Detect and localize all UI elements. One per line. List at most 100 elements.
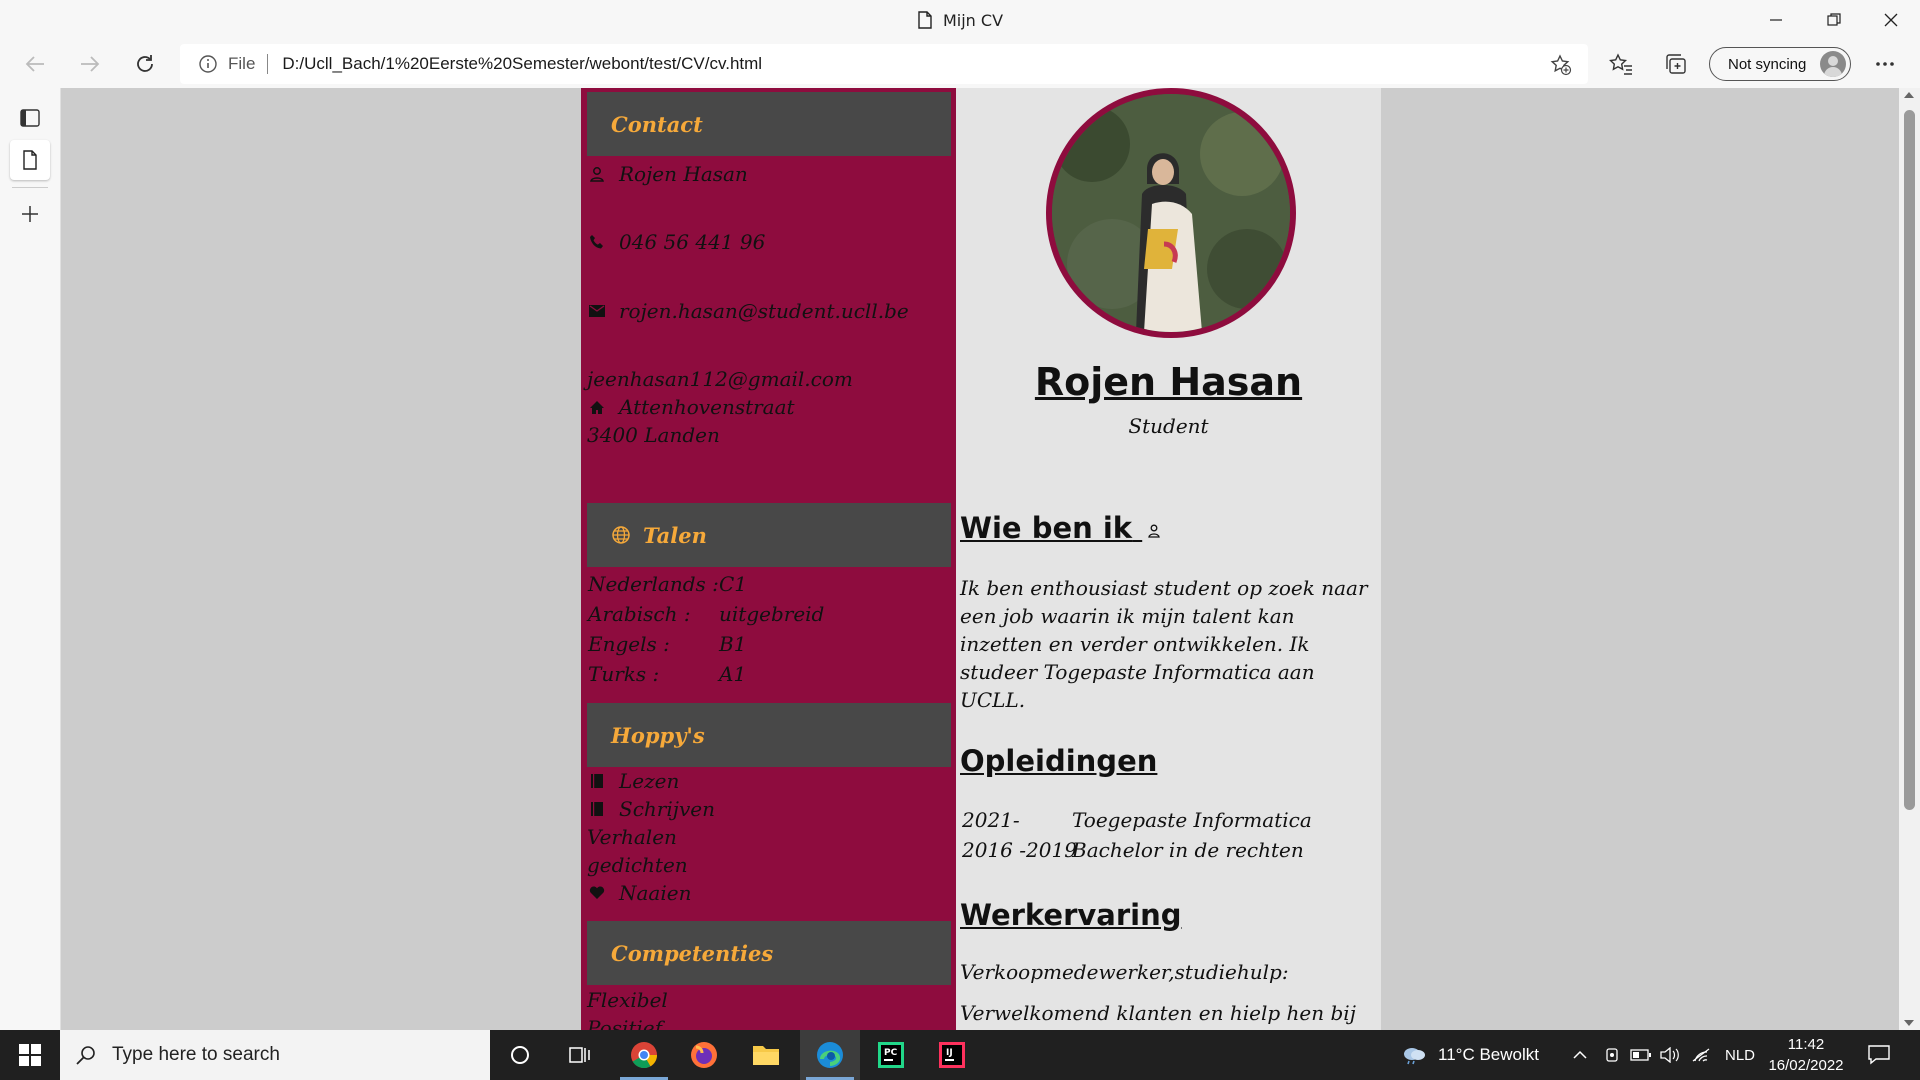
phone-icon <box>587 232 607 252</box>
cv-role: Student <box>1128 414 1209 438</box>
forward-button[interactable] <box>70 44 110 84</box>
hobbies-heading: Hoppy's <box>611 722 705 748</box>
hobby-text: gedichten <box>587 853 688 877</box>
language-item: Arabisch : uitgebreid <box>588 602 824 626</box>
book-icon <box>587 799 607 819</box>
file-explorer-icon[interactable] <box>736 1030 796 1080</box>
hobby-label: Schrijven <box>619 797 715 821</box>
taskbar: Type here to search PC IJ 11°C Bewolkt N… <box>0 1030 1920 1080</box>
task-view-icon[interactable] <box>550 1030 610 1080</box>
search-icon <box>76 1046 95 1065</box>
contact-city: 3400 Landen <box>587 423 720 447</box>
collections-icon[interactable] <box>1660 48 1692 80</box>
more-menu-icon[interactable] <box>1869 48 1901 80</box>
language-level: C1 <box>719 572 748 596</box>
language-label: Nederlands : <box>588 572 719 596</box>
tray-overflow-icon[interactable] <box>1572 1030 1588 1080</box>
language-level: uitgebreid <box>719 602 825 626</box>
chrome-app-icon[interactable] <box>614 1030 674 1080</box>
language-level: B1 <box>719 632 747 656</box>
close-icon <box>1884 13 1898 27</box>
mail-icon <box>587 301 607 321</box>
language-item: Nederlands : C1 <box>588 572 747 596</box>
languages-header: Talen <box>587 503 951 567</box>
language-label: Arabisch : <box>588 602 691 626</box>
language-item: Engels : B1 <box>588 632 746 656</box>
vertical-tabs-panel <box>0 88 61 1030</box>
cv-name: Rojen Hasan <box>1034 360 1303 404</box>
back-button[interactable] <box>15 44 55 84</box>
work-description: Verwelkomend klanten en hielp hen bij <box>960 1001 1356 1025</box>
weather-widget[interactable]: 11°C Bewolkt <box>1400 1030 1539 1080</box>
cortana-icon[interactable] <box>490 1030 550 1080</box>
about-heading: Wie ben ik <box>960 511 1133 545</box>
profile-photo <box>1046 88 1296 338</box>
close-button[interactable] <box>1862 0 1920 40</box>
skills-heading: Competenties <box>611 940 774 966</box>
scroll-up-arrow-icon[interactable] <box>1904 92 1914 98</box>
vertical-scrollbar[interactable] <box>1899 88 1920 1030</box>
scroll-down-arrow-icon[interactable] <box>1904 1020 1914 1026</box>
edge-app-icon[interactable] <box>800 1030 860 1080</box>
contact-phone: 046 56 441 96 <box>619 230 766 254</box>
page-viewport: Contact Rojen Hasan 046 56 441 96 rojen.… <box>61 88 1899 1030</box>
tab-actions-icon[interactable] <box>10 98 50 138</box>
plus-icon <box>22 206 38 222</box>
address-bar[interactable]: File D:/Ucll_Bach/1%20Eerste%20Semester/… <box>180 44 1588 84</box>
taskbar-search-box[interactable]: Type here to search <box>60 1030 490 1080</box>
title-bar: Mijn CV <box>0 0 1920 40</box>
favorites-icon[interactable] <box>1605 48 1637 80</box>
hobby-item: Schrijven <box>587 797 715 821</box>
hobby-item: Naaien <box>587 881 691 905</box>
contact-email-school: rojen.hasan@student.ucll.be <box>619 299 909 323</box>
restore-icon <box>1827 13 1841 26</box>
window-title: Mijn CV <box>0 0 1920 40</box>
input-language-indicator[interactable]: NLD <box>1725 1030 1755 1080</box>
new-tab-button[interactable] <box>10 194 50 234</box>
add-favorite-icon[interactable] <box>1550 54 1572 80</box>
sync-status-label: Not syncing <box>1728 55 1807 73</box>
scrollbar-thumb[interactable] <box>1904 110 1915 810</box>
info-icon[interactable] <box>198 54 218 74</box>
minimize-icon <box>1770 19 1782 21</box>
document-icon <box>23 150 37 170</box>
globe-icon <box>611 525 631 545</box>
language-item: Turks : A1 <box>588 662 746 686</box>
meet-now-icon[interactable] <box>1603 1030 1621 1080</box>
back-arrow-icon <box>25 56 44 72</box>
network-icon[interactable] <box>1692 1030 1712 1080</box>
minimize-button[interactable] <box>1747 0 1805 40</box>
contact-email-row: rojen.hasan@student.ucll.be <box>587 299 909 323</box>
contact-heading: Contact <box>611 111 703 137</box>
input-language: NLD <box>1725 1046 1756 1064</box>
refresh-icon <box>137 55 153 72</box>
skill-item: Positief <box>587 1016 663 1030</box>
clock-time: 11:42 <box>1787 1036 1825 1053</box>
hobby-text: Verhalen <box>587 825 677 849</box>
refresh-button[interactable] <box>125 44 165 84</box>
scheme-label: File <box>228 54 256 73</box>
education-years: 2021- <box>962 808 1020 832</box>
start-button[interactable] <box>0 1030 60 1080</box>
contact-header: Contact <box>587 92 951 156</box>
intellij-app-icon[interactable]: IJ <box>922 1030 982 1080</box>
book-icon <box>587 771 607 791</box>
clock-date: 16/02/2022 <box>1768 1057 1844 1074</box>
work-heading: Werkervaring <box>960 898 1182 932</box>
cv-page: Contact Rojen Hasan 046 56 441 96 rojen.… <box>581 88 1381 1030</box>
firefox-app-icon[interactable] <box>674 1030 734 1080</box>
tab-mijn-cv[interactable] <box>10 140 50 180</box>
skill-item: Flexibel <box>587 988 668 1012</box>
languages-heading: Talen <box>643 522 707 548</box>
battery-icon[interactable] <box>1630 1030 1652 1080</box>
volume-icon[interactable] <box>1660 1030 1680 1080</box>
avatar <box>1820 51 1846 77</box>
profile-sync-button[interactable]: Not syncing <box>1709 47 1851 81</box>
contact-name-row: Rojen Hasan <box>587 162 748 186</box>
person-icon <box>587 164 607 184</box>
taskbar-clock[interactable]: 11:42 16/02/2022 <box>1760 1034 1852 1076</box>
pycharm-app-icon[interactable]: PC <box>861 1030 921 1080</box>
notifications-icon[interactable] <box>1868 1030 1890 1080</box>
restore-button[interactable] <box>1805 0 1863 40</box>
url-text[interactable]: D:/Ucll_Bach/1%20Eerste%20Semester/webon… <box>282 54 762 74</box>
